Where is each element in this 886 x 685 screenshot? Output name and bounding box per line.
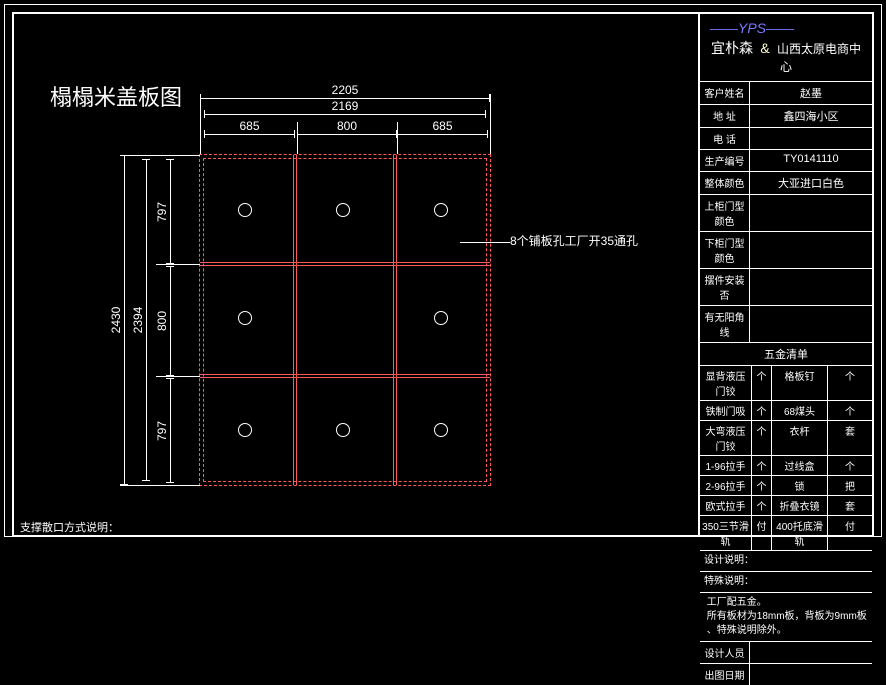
footer-note: 支撑散口方式说明： [20, 519, 119, 535]
info-value: TY0141110 [750, 150, 872, 171]
info-row: 电 话 [700, 127, 872, 149]
dim-top-inner: 2169 [204, 114, 486, 115]
hardware-row: 显背液压门铰个格板钉个 [700, 365, 872, 400]
hardware-row: 铁制门吸个68煤头个 [700, 400, 872, 420]
dim-left-inner: 2394 [146, 159, 147, 481]
info-value: 大亚进口白色 [750, 172, 872, 194]
info-label: 有无阳角线 [700, 306, 750, 342]
logo-text: ——YPS—— [700, 14, 872, 38]
hardware-row: 1-96拉手个过线盒个 [700, 455, 872, 475]
hardware-row: 350三节滑轨付400托底滑轨付 [700, 515, 872, 550]
info-row: 上柜门型颜色 [700, 194, 872, 231]
dim-row1: 797 [170, 159, 171, 264]
info-value [750, 195, 872, 231]
info-label: 生产编号 [700, 150, 750, 171]
hardware-row: 大弯液压门铰个衣杆套 [700, 420, 872, 455]
dim-col2: 800 [297, 134, 397, 135]
info-label: 客户姓名 [700, 82, 750, 104]
info-label: 上柜门型颜色 [700, 195, 750, 231]
dim-col1: 685 [204, 134, 295, 135]
info-row: 客户姓名赵墨 [700, 81, 872, 104]
hole-callout: 8个铺板孔工厂开35通孔 [510, 232, 638, 249]
company-line: 宜朴森 & 山西太原电商中心 [700, 38, 872, 81]
info-row: 摆件安装否 [700, 268, 872, 305]
hardware-heading: 五金清单 [700, 342, 872, 365]
title-block: ——YPS—— 宜朴森 & 山西太原电商中心 客户姓名赵墨地 址鑫四海小区电 话… [698, 14, 872, 535]
special-notes-label: 特殊说明： [700, 571, 872, 592]
info-label: 整体颜色 [700, 172, 750, 194]
info-label: 摆件安装否 [700, 269, 750, 305]
info-value: 赵墨 [750, 82, 872, 104]
designer-label: 设计人员 [700, 642, 750, 663]
drawing-title: 榻榻米盖板图 [50, 80, 182, 112]
info-label: 电 话 [700, 128, 750, 149]
dim-row3: 797 [170, 378, 171, 483]
info-label: 下柜门型颜色 [700, 232, 750, 268]
dim-left-outer: 2430 [124, 155, 125, 485]
hardware-row: 欧式拉手个折叠衣镜套 [700, 495, 872, 515]
info-row: 有无阳角线 [700, 305, 872, 342]
date-label: 出图日期 [700, 664, 750, 685]
plan-drawing [200, 155, 490, 485]
design-notes-label: 设计说明： [700, 550, 872, 571]
info-row: 生产编号TY0141110 [700, 149, 872, 171]
info-row: 整体颜色大亚进口白色 [700, 171, 872, 194]
dim-col3: 685 [397, 134, 488, 135]
info-label: 地 址 [700, 105, 750, 127]
notes-body: 工厂配五金。 所有板材为18mm板，背板为9mm板 、特殊说明除外。 [700, 592, 872, 641]
info-value [750, 269, 872, 305]
info-row: 下柜门型颜色 [700, 231, 872, 268]
info-value [750, 232, 872, 268]
info-value [750, 128, 872, 149]
hardware-row: 2-96拉手个锁把 [700, 475, 872, 495]
info-row: 地 址鑫四海小区 [700, 104, 872, 127]
dim-row2: 800 [170, 266, 171, 376]
info-value: 鑫四海小区 [750, 105, 872, 127]
info-value [750, 306, 872, 342]
callout-text: 8个铺板孔工厂开35通孔 [510, 234, 638, 248]
